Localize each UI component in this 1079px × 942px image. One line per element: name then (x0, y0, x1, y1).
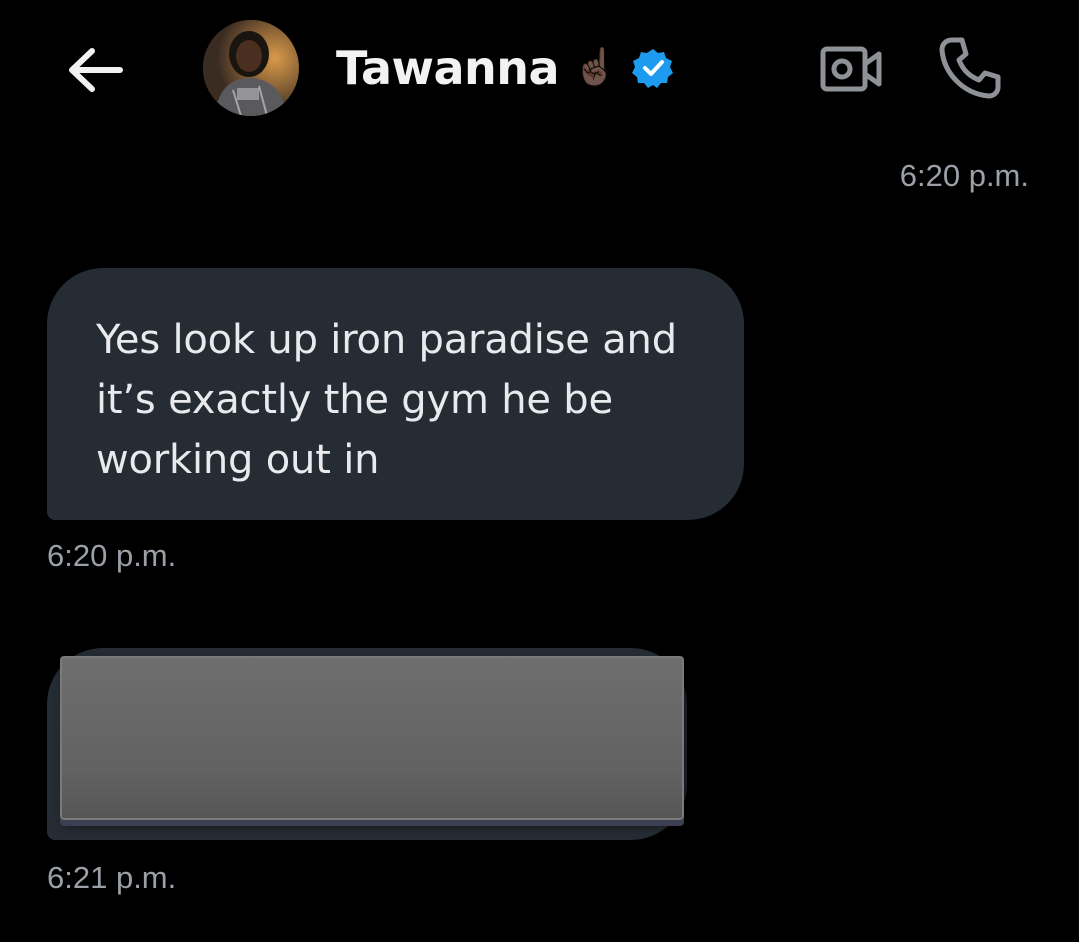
arrow-left-icon (69, 48, 123, 92)
avatar-photo (203, 20, 299, 116)
contact-name-button[interactable]: Tawanna ☝🏿 (336, 38, 674, 98)
redaction-block (60, 656, 684, 820)
avatar[interactable] (203, 20, 299, 116)
message-timestamp: 6:20 p.m. (47, 538, 177, 573)
chat-header: Tawanna ☝🏿 (0, 0, 1079, 140)
message-bubble[interactable]: Yes look up iron paradise and it’s exact… (47, 268, 744, 520)
back-button[interactable] (62, 40, 128, 100)
message-text: Yes look up iron paradise and it’s exact… (96, 317, 677, 483)
video-camera-icon (820, 46, 882, 92)
video-call-button[interactable] (814, 38, 888, 100)
pointing-up-emoji: ☝🏿 (573, 47, 618, 88)
contact-name: Tawanna (336, 41, 560, 95)
message-timestamp: 6:21 p.m. (47, 860, 177, 895)
phone-icon (939, 37, 1001, 99)
message-timestamp: 6:20 p.m. (899, 158, 1029, 193)
verified-badge-icon (631, 49, 673, 88)
voice-call-button[interactable] (934, 32, 1006, 104)
